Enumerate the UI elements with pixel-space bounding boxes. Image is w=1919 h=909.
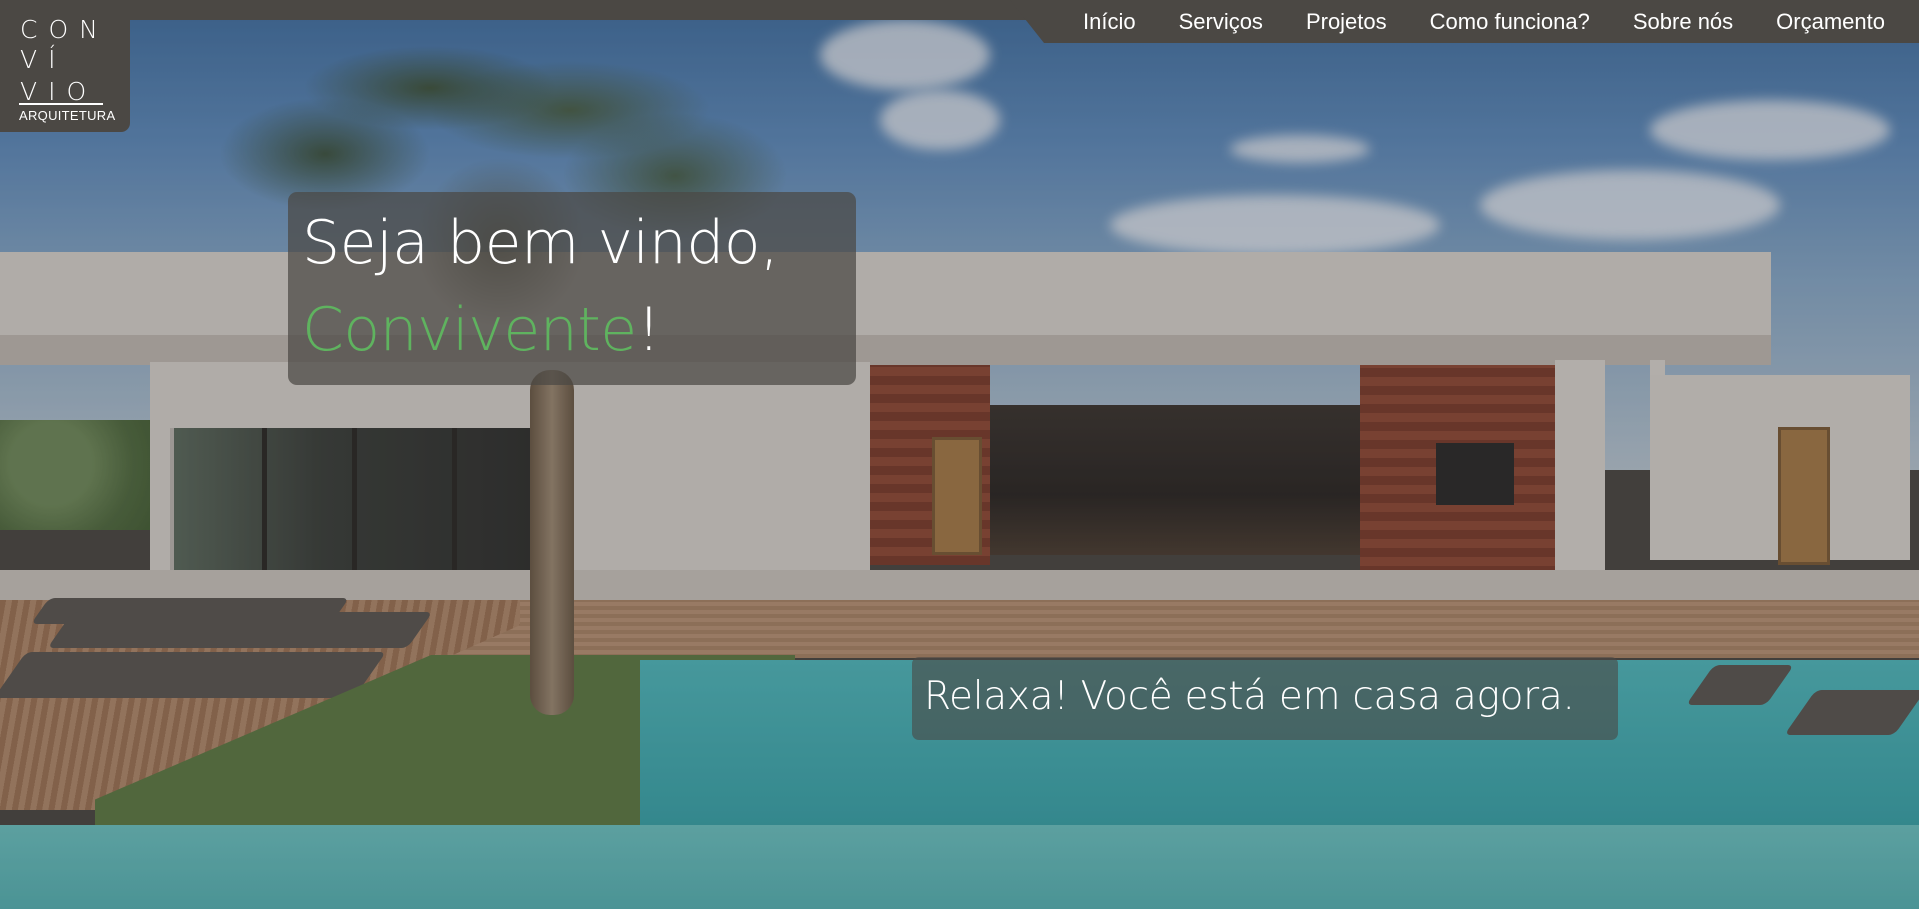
welcome-name: Convivente (302, 295, 637, 365)
tagline-text: Relaxa! Você está em casa agora. (924, 674, 1575, 719)
nav-item-projetos[interactable]: Projetos (1306, 9, 1387, 35)
welcome-exclamation: ! (636, 295, 661, 365)
logo-subtitle: ARQUITETURA (19, 108, 116, 123)
tagline-panel: Relaxa! Você está em casa agora. (912, 657, 1618, 740)
logo[interactable]: CON VÍ VIO ARQUITETURA (0, 0, 130, 132)
nav-item-servicos[interactable]: Serviços (1179, 9, 1263, 35)
hero-background-image (0, 0, 1919, 909)
welcome-greeting: Seja bem vindo, (302, 208, 779, 278)
nav-menu: Início Serviços Projetos Como funciona? … (1083, 0, 1885, 43)
logo-text-line-2: VÍ (20, 45, 67, 74)
logo-divider (19, 103, 103, 105)
welcome-name-line: Convivente! (302, 295, 661, 365)
logo-text-line-1: CON (20, 15, 109, 44)
nav-item-inicio[interactable]: Início (1083, 9, 1136, 35)
logo-text-line-3: VIO (20, 77, 98, 106)
nav-menu-bar: Início Serviços Projetos Como funciona? … (1010, 0, 1919, 43)
nav-item-orcamento[interactable]: Orçamento (1776, 9, 1885, 35)
nav-item-sobre-nos[interactable]: Sobre nós (1633, 9, 1733, 35)
nav-item-como-funciona[interactable]: Como funciona? (1430, 9, 1590, 35)
welcome-panel: Seja bem vindo, Convivente! (288, 192, 856, 385)
